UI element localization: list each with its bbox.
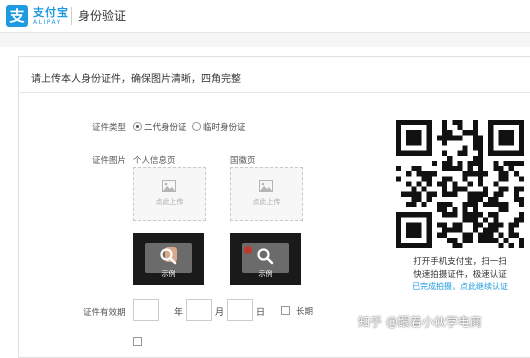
back-side-label: 国徽页 bbox=[230, 156, 256, 166]
example-label: 示例 bbox=[161, 270, 176, 278]
validity-label: 证件有效期 bbox=[83, 308, 126, 318]
long-term-label: 长期 bbox=[296, 307, 314, 317]
option-temporary-id[interactable]: 临时身份证 bbox=[203, 121, 246, 133]
option-second-gen-id[interactable]: 二代身份证 bbox=[144, 121, 187, 133]
header-divider bbox=[71, 7, 72, 25]
watermark-text: 知乎 @跟着小伙学电商 bbox=[358, 315, 482, 329]
page-title: 身份验证 bbox=[78, 9, 127, 23]
magnifier-icon bbox=[257, 248, 274, 265]
year-input[interactable] bbox=[133, 299, 159, 321]
upload-front-text: 点此上传 bbox=[155, 198, 184, 206]
section-divider bbox=[18, 92, 530, 93]
day-input[interactable] bbox=[227, 299, 253, 321]
day-unit: 日 bbox=[256, 308, 266, 318]
qr-instruction-line1: 打开手机支付宝，扫一扫 bbox=[413, 257, 507, 267]
qr-code bbox=[396, 120, 524, 248]
long-term-checkbox[interactable] bbox=[281, 306, 290, 315]
instruction-text: 请上传本人身份证件，确保图片清晰，四角完整 bbox=[31, 74, 241, 85]
id-type-label: 证件类型 bbox=[92, 123, 127, 133]
qr-instruction-line2: 快速拍摄证件，极速认证 bbox=[413, 270, 507, 280]
month-input[interactable] bbox=[186, 299, 212, 321]
month-unit: 月 bbox=[215, 308, 225, 318]
qr-finder-pattern bbox=[488, 120, 524, 156]
upload-front-box[interactable]: 点此上传 bbox=[133, 167, 206, 221]
alipay-logo-icon[interactable]: 支 bbox=[6, 5, 28, 27]
back-example-thumbnail[interactable]: 示例 bbox=[230, 233, 301, 285]
front-example-thumbnail[interactable]: 示例 bbox=[133, 233, 204, 285]
upload-back-box[interactable]: 点此上传 bbox=[230, 167, 303, 221]
image-upload-icon bbox=[259, 180, 273, 192]
id-image-label: 证件图片 bbox=[92, 156, 127, 166]
magnifier-icon bbox=[160, 248, 177, 265]
brand-name: 支付宝 bbox=[33, 6, 69, 19]
top-bar: 支 支付宝 ALIPAY 身份验证 bbox=[0, 0, 530, 33]
qr-finder-pattern bbox=[396, 120, 432, 156]
qr-finder-pattern bbox=[396, 212, 432, 248]
continue-verification-link[interactable]: 已完成拍摄，点此继续认证 bbox=[396, 281, 524, 292]
agreement-checkbox[interactable] bbox=[133, 337, 142, 346]
upload-back-text: 点此上传 bbox=[252, 198, 281, 206]
page-background-band bbox=[0, 33, 530, 47]
image-upload-icon bbox=[162, 180, 176, 192]
brand-name-en: ALIPAY bbox=[33, 19, 62, 26]
front-side-label: 个人信息页 bbox=[133, 156, 176, 166]
radio-second-gen-id[interactable] bbox=[133, 122, 142, 131]
example-label: 示例 bbox=[258, 270, 273, 278]
national-emblem-icon bbox=[244, 246, 252, 254]
year-unit: 年 bbox=[174, 308, 184, 318]
radio-temporary-id[interactable] bbox=[192, 122, 201, 131]
